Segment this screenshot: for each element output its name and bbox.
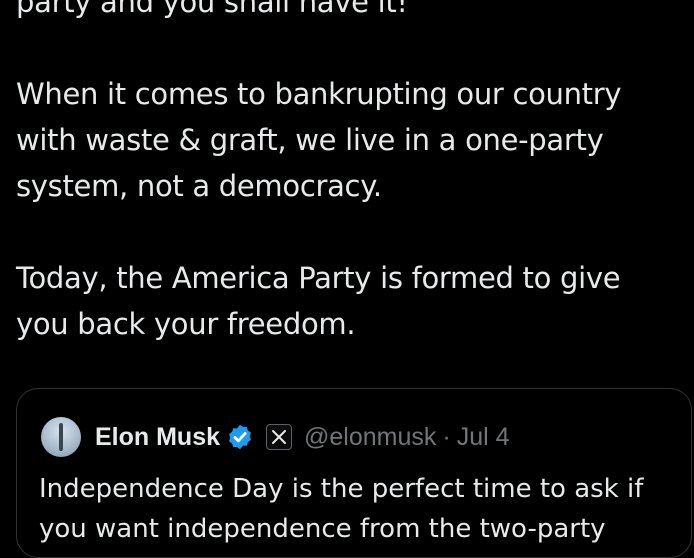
- quoted-author-name[interactable]: Elon Musk: [95, 423, 220, 452]
- x-logo-icon: [266, 424, 293, 450]
- quoted-tweet-card[interactable]: Elon Musk @elonmusk · Jul 4 Independence…: [16, 388, 692, 558]
- quoted-text-line: Independence Day is the perfect time to …: [39, 474, 644, 504]
- quoted-text-line: you want independence from the two-party: [39, 514, 606, 544]
- quoted-tweet-date[interactable]: Jul 4: [457, 423, 510, 452]
- tweet-text-line: system, not a democracy.: [16, 169, 382, 203]
- quoted-author-handle[interactable]: @elonmusk: [304, 423, 436, 452]
- tweet-body: party and you shall have it! When it com…: [16, 0, 686, 347]
- tweet-text-line: Today, the America Party is formed to gi…: [16, 261, 621, 295]
- quoted-tweet-header: Elon Musk @elonmusk · Jul 4: [41, 417, 510, 457]
- separator-dot: ·: [442, 422, 451, 451]
- tweet-text-line: you back your freedom.: [16, 307, 356, 341]
- avatar[interactable]: [41, 417, 81, 457]
- verified-badge-icon: [226, 423, 254, 451]
- tweet-text-line: with waste & graft, we live in a one-par…: [16, 123, 604, 157]
- quoted-tweet-text: Independence Day is the perfect time to …: [39, 469, 679, 549]
- tweet-text-line: party and you shall have it!: [16, 0, 408, 19]
- tweet-text-line: When it comes to bankrupting our country: [16, 77, 622, 111]
